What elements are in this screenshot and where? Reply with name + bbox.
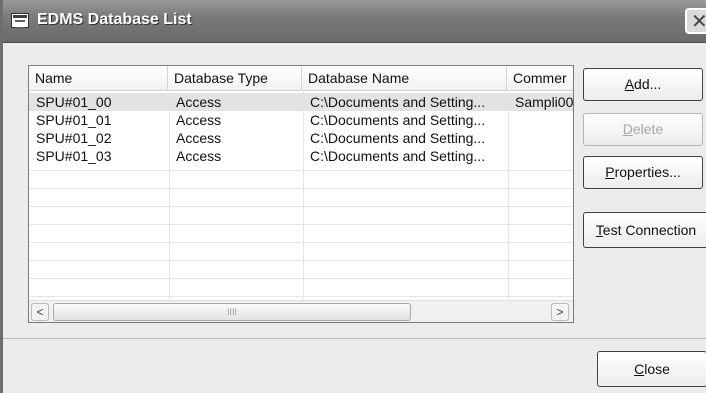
window-title: EDMS Database List: [37, 11, 192, 28]
cell-database-name: C:\Documents and Setting...: [310, 148, 486, 164]
delete-button[interactable]: Delete: [583, 113, 703, 146]
grid-line: [29, 206, 573, 207]
column-header-database-name[interactable]: Database Name: [302, 66, 507, 90]
cell-comment: [508, 129, 573, 147]
grid-line: [29, 170, 573, 171]
cell-comment: Sampli00: [515, 94, 574, 110]
divider: [3, 338, 706, 339]
cell-comment: [508, 111, 573, 129]
list-item[interactable]: SPU#01_01 Access C:\Documents and Settin…: [29, 111, 573, 129]
scroll-right-icon[interactable]: >: [551, 303, 569, 321]
test-connection-mnemonic: T: [595, 222, 603, 238]
cell-database-name: C:\Documents and Setting...: [310, 112, 486, 128]
cell-database-type: Access: [176, 148, 222, 164]
cell-database-name: C:\Documents and Setting...: [310, 130, 486, 146]
cell-comment: [508, 147, 573, 165]
scroll-left-icon[interactable]: <: [31, 303, 49, 321]
title-bar[interactable]: EDMS Database List ✕: [3, 0, 706, 43]
properties-label: roperties...: [614, 164, 681, 180]
close-mnemonic: C: [634, 361, 645, 377]
column-header-database-type[interactable]: Database Type: [168, 66, 302, 90]
edms-database-list-dialog: EDMS Database List ✕ Name Database Type …: [0, 0, 706, 393]
grid-line: [29, 260, 573, 261]
cell-database-type: Access: [176, 112, 222, 128]
cell-name: SPU#01_02: [36, 130, 112, 146]
test-connection-button[interactable]: Test Connection: [583, 212, 706, 248]
column-header-name[interactable]: Name: [29, 66, 168, 90]
scroll-thumb[interactable]: IIII: [53, 303, 411, 321]
delete-label: elete: [632, 121, 664, 137]
cell-database-type: Access: [176, 130, 222, 146]
close-label: lose: [644, 361, 670, 377]
cell-database-type: Access: [176, 94, 222, 110]
list-item[interactable]: SPU#01_00 Access C:\Documents and Settin…: [29, 93, 574, 111]
database-list[interactable]: Name Database Type Database Name Commer …: [28, 65, 574, 323]
list-header: Name Database Type Database Name Commer: [29, 66, 573, 91]
properties-mnemonic: P: [605, 164, 615, 180]
grid-line: [29, 188, 573, 189]
grid-line: [29, 242, 573, 243]
cell-name: SPU#01_01: [36, 112, 112, 128]
properties-button[interactable]: Properties...: [583, 156, 703, 189]
list-item[interactable]: SPU#01_03 Access C:\Documents and Settin…: [29, 147, 573, 165]
cell-database-name: C:\Documents and Setting...: [310, 94, 486, 110]
cell-name: SPU#01_00: [36, 94, 112, 110]
window-close-icon[interactable]: ✕: [685, 8, 706, 34]
column-header-comment[interactable]: Commer: [507, 66, 573, 90]
add-mnemonic: A: [624, 76, 635, 92]
add-label: dd...: [634, 76, 662, 92]
horizontal-scrollbar[interactable]: < IIII >: [29, 300, 573, 322]
test-connection-label: est Connection: [602, 222, 697, 238]
grid-line: [29, 296, 573, 297]
cell-name: SPU#01_03: [36, 148, 112, 164]
close-button[interactable]: Close: [597, 351, 706, 387]
list-item[interactable]: SPU#01_02 Access C:\Documents and Settin…: [29, 129, 573, 147]
database-list-icon: [11, 13, 29, 29]
delete-mnemonic: D: [622, 121, 633, 137]
grid-line: [29, 278, 573, 279]
add-button[interactable]: Add...: [583, 68, 703, 101]
grid-line: [29, 224, 573, 225]
